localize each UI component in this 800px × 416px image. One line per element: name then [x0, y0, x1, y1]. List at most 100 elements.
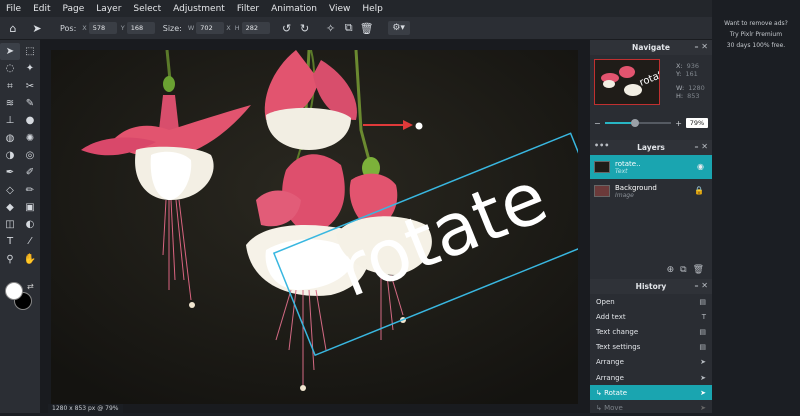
clone-tool-icon[interactable]: ⊥ — [0, 112, 20, 129]
canvas-status: 1280 x 853 px @ 79% — [48, 404, 123, 413]
eraser-tool-icon[interactable]: ◇ — [0, 181, 20, 198]
magic-wand-icon[interactable]: ✧ — [324, 21, 338, 35]
history-item-label: Open — [596, 297, 615, 306]
liquify-tool-icon[interactable]: ≋ — [0, 95, 20, 112]
lasso-tool-icon[interactable]: ◌ — [0, 60, 20, 77]
menu-animation[interactable]: Animation — [271, 4, 317, 14]
document-icon: ▤ — [699, 297, 706, 306]
cursor-icon: ➤ — [700, 373, 706, 382]
rotate-right-icon[interactable]: ↻ — [298, 21, 312, 35]
navigator-thumbnail[interactable]: rotate — [594, 59, 660, 105]
nav-h-label: H: — [676, 92, 684, 100]
y-field[interactable]: 168 — [126, 22, 155, 34]
pen-tool-icon[interactable]: ✒ — [0, 164, 20, 181]
brush-tool-icon[interactable]: ✐ — [20, 164, 40, 181]
cursor-icon: ➤ — [700, 388, 706, 397]
history-item-active[interactable]: ↳ Rotate ➤ — [590, 385, 712, 401]
menu-view[interactable]: View — [329, 4, 350, 14]
layers-close-icon[interactable]: – ✕ — [695, 142, 709, 151]
nav-x-label: X: — [676, 62, 683, 70]
nav-w-label: W: — [676, 84, 685, 92]
gradient-tool-icon[interactable]: ▣ — [20, 199, 40, 216]
dodge-tool-icon[interactable]: ◑ — [0, 147, 20, 164]
picker-tool-icon[interactable]: ⁄ — [20, 233, 40, 250]
menu-page[interactable]: Page — [63, 4, 85, 14]
zoom-tool-icon[interactable]: ⚲ — [0, 251, 20, 268]
layer-row[interactable]: rotate.. Text ◉ — [590, 155, 712, 179]
foreground-color-swatch[interactable] — [5, 282, 23, 300]
h-field[interactable]: 282 — [241, 22, 270, 34]
cut-tool-icon[interactable]: ✂ — [20, 78, 40, 95]
zoom-out-icon[interactable]: − — [594, 119, 601, 128]
history-item[interactable]: Open ▤ — [590, 294, 712, 309]
history-item[interactable]: Text settings ▤ — [590, 340, 712, 355]
history-item[interactable]: Arrange ➤ — [590, 355, 712, 370]
marquee-tool-icon[interactable]: ⬚ — [20, 43, 40, 60]
drop-tool-icon[interactable]: ● — [20, 112, 40, 129]
heal-tool-icon[interactable]: ✎ — [20, 95, 40, 112]
rotate-handle[interactable] — [415, 122, 423, 130]
layers-menu-icon[interactable]: ••• — [594, 141, 609, 150]
stamp-tool-icon[interactable]: ◐ — [20, 216, 40, 233]
layer-name: Background — [615, 183, 657, 192]
zoom-in-icon[interactable]: + — [675, 119, 682, 128]
sponge-tool-icon[interactable]: ✺ — [20, 129, 40, 146]
menu-edit[interactable]: Edit — [33, 4, 50, 14]
duplicate-icon[interactable]: ⧉ — [342, 21, 356, 35]
add-layer-icon[interactable]: ⊕ — [667, 265, 675, 275]
menu-file[interactable]: File — [6, 4, 21, 14]
menu-help[interactable]: Help — [362, 4, 383, 14]
menu-adjustment[interactable]: Adjustment — [173, 4, 225, 14]
rotate-left-icon[interactable]: ↺ — [280, 21, 294, 35]
layer-row[interactable]: Background Image 🔒 — [590, 179, 712, 203]
w-label: W — [187, 24, 195, 32]
history-item[interactable]: Add text T — [590, 309, 712, 324]
duplicate-layer-icon[interactable]: ⧉ — [680, 265, 686, 275]
eye-icon[interactable]: ◉ — [697, 162, 704, 171]
arrange-tool-icon[interactable]: ➤ — [0, 43, 20, 61]
zoom-slider-knob[interactable] — [630, 119, 639, 127]
zoom-value-field[interactable]: 79% — [686, 118, 708, 128]
nav-w-value: 1280 — [688, 84, 705, 92]
nav-y-value: 161 — [685, 70, 698, 78]
ad-line-2[interactable]: Try Pixlr Premium — [712, 29, 800, 40]
settings-dropdown-icon[interactable]: ⚙▾ — [387, 21, 410, 35]
trash-icon[interactable]: 🗑 — [360, 21, 374, 35]
lock-icon[interactable]: 🔒 — [694, 186, 704, 195]
globe-tool-icon[interactable]: ◍ — [0, 129, 20, 146]
history-item[interactable]: ↳ Move ➤ — [590, 400, 712, 415]
navigate-close-icon[interactable]: – ✕ — [695, 42, 709, 51]
text-tool-icon[interactable]: T — [0, 233, 20, 250]
zoom-slider[interactable] — [604, 119, 672, 127]
w-field[interactable]: 702 — [196, 22, 225, 34]
crop-tool-icon[interactable]: ⌗ — [0, 78, 20, 95]
size-label: Size: — [162, 23, 182, 33]
paint-tool-icon[interactable]: ✏ — [20, 181, 40, 198]
y-label: Y — [120, 24, 125, 32]
canvas-image[interactable]: rotate — [51, 50, 578, 404]
menu-select[interactable]: Select — [133, 4, 161, 14]
menu-filter[interactable]: Filter — [237, 4, 259, 14]
x-field[interactable]: 578 — [88, 22, 117, 34]
fill-tool-icon[interactable]: ◆ — [0, 199, 20, 216]
history-panel: Open ▤ Add text T Text change ▤ Text settin… — [590, 294, 712, 416]
history-item[interactable]: Text change ▤ — [590, 324, 712, 339]
ad-line-1[interactable]: Want to remove ads? — [712, 18, 800, 29]
menu-layer[interactable]: Layer — [96, 4, 121, 14]
history-item[interactable]: Arrange ➤ — [590, 370, 712, 385]
wand-tool-icon[interactable]: ✦ — [20, 60, 40, 77]
document-icon: ▤ — [699, 327, 706, 336]
history-title: History — [635, 282, 667, 291]
burn-tool-icon[interactable]: ◎ — [20, 147, 40, 164]
ad-line-3[interactable]: 30 days 100% free. — [712, 40, 800, 51]
delete-layer-icon[interactable]: 🗑 — [693, 265, 704, 275]
text-icon: T — [701, 312, 706, 321]
move-tool-icon[interactable]: ➤ — [30, 21, 44, 35]
swap-colors-icon[interactable]: ⇄ — [27, 282, 34, 291]
hand-tool-icon[interactable]: ✋ — [20, 251, 40, 268]
home-icon[interactable]: ⌂ — [6, 21, 20, 35]
history-close-icon[interactable]: – ✕ — [695, 281, 709, 290]
shape-tool-icon[interactable]: ◫ — [0, 216, 20, 233]
zoom-row: − + 79% — [594, 118, 708, 128]
layer-name: rotate.. — [615, 159, 641, 168]
